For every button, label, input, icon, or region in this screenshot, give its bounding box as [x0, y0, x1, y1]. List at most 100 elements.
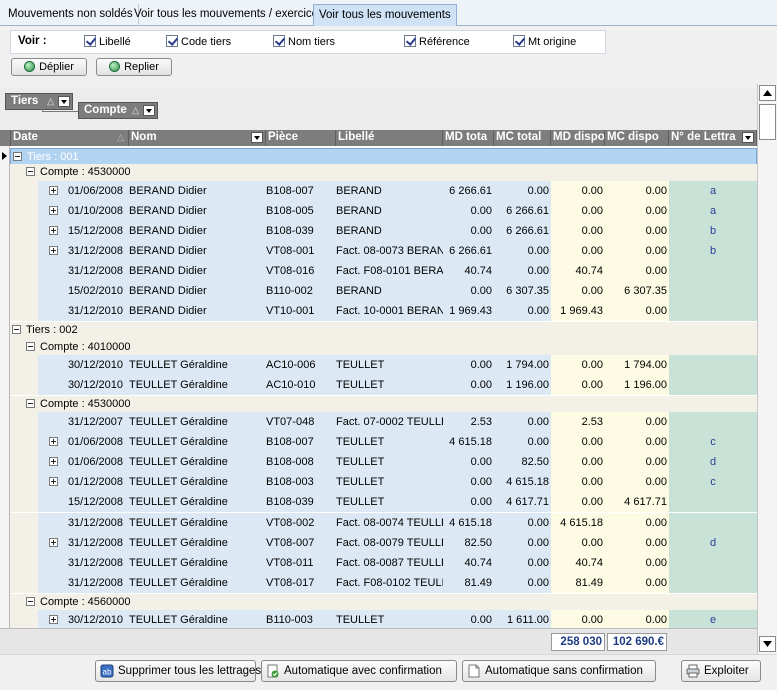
collapse-minus-icon[interactable] [12, 325, 21, 334]
table-row[interactable]: 01/06/2008 BERAND Didier B108-007 BERAND 6 2… [10, 181, 757, 201]
table-row[interactable]: 30/12/2010 TEULLET Géraldine AC10-006 TEULL… [10, 355, 757, 375]
cell-mcd: 1 196.00 [624, 379, 667, 391]
cell-md: 6 266.61 [449, 245, 492, 257]
header-libelle[interactable]: Libellé [336, 130, 443, 146]
table-row[interactable]: 01/06/2008 TEULLET Géraldine B108-008 TEULL… [10, 452, 757, 472]
tab-mouvements-non-soldes[interactable]: Mouvements non soldés [3, 4, 139, 26]
collapse-minus-icon[interactable] [26, 597, 35, 606]
expand-plus-icon[interactable] [49, 226, 58, 235]
cell-let [669, 261, 757, 281]
checkbox-checked-icon[interactable] [273, 35, 285, 47]
table-row[interactable]: 31/12/2008 TEULLET Géraldine VT08-017 Fact.… [10, 573, 757, 593]
group-row[interactable]: Compte : 4530000 [10, 396, 757, 413]
cell-mcd: 0.00 [645, 476, 667, 488]
svg-text:ab: ab [103, 668, 112, 677]
header-mc-dispo[interactable]: MC dispo [605, 130, 669, 146]
collapse-minus-icon[interactable] [26, 399, 35, 408]
checkbox-reference[interactable]: Référence [404, 35, 470, 49]
checkbox-code-tiers[interactable]: Code tiers [166, 35, 231, 49]
cell-date: 15/12/2008 [67, 225, 123, 237]
replier-button[interactable]: Replier [96, 58, 172, 76]
group-row[interactable]: Compte : 4530000 [10, 164, 757, 181]
collapse-minus-icon[interactable] [26, 167, 35, 176]
cell-piece: B108-007 [266, 185, 314, 197]
cell-nom: TEULLET Géraldine [129, 379, 228, 391]
cell-mc: 0.00 [527, 185, 549, 197]
cell-mdd: 4 615.18 [560, 517, 603, 529]
table-row[interactable]: 31/12/2010 BERAND Didier VT10-001 Fact. 10-… [10, 301, 757, 321]
checkbox-checked-icon[interactable] [513, 35, 525, 47]
collapse-minus-icon[interactable] [26, 342, 35, 351]
expand-plus-icon[interactable] [49, 457, 58, 466]
table-row[interactable]: 30/12/2010 TEULLET Géraldine B110-003 TEULL… [10, 610, 757, 628]
group-row[interactable]: Tiers : 001 [10, 148, 757, 165]
vertical-scrollbar[interactable] [757, 84, 777, 654]
header-lettrage[interactable]: N° de Lettra [669, 130, 757, 146]
table-row[interactable]: 30/12/2010 TEULLET Géraldine AC10-010 TEULL… [10, 375, 757, 395]
expand-plus-icon[interactable] [49, 246, 58, 255]
group-row[interactable]: Compte : 4010000 [10, 339, 757, 356]
automatique-sans-confirmation-button[interactable]: Automatique sans confirmation [462, 660, 656, 682]
checkbox-mt-origine[interactable]: Mt origine [513, 35, 576, 49]
cell-mcd: 0.00 [645, 225, 667, 237]
automatique-avec-confirmation-button[interactable]: Automatique avec confirmation [261, 660, 457, 682]
chevron-down-icon[interactable] [58, 96, 70, 107]
header-nom[interactable]: Nom [129, 130, 266, 146]
magnifier-icon [24, 61, 36, 72]
expand-plus-icon[interactable] [49, 206, 58, 215]
expand-plus-icon[interactable] [49, 615, 58, 624]
checkbox-checked-icon[interactable] [404, 35, 416, 47]
header-date[interactable]: Date △ [11, 130, 129, 146]
scroll-thumb[interactable] [759, 104, 776, 140]
table-row[interactable]: 01/06/2008 TEULLET Géraldine B108-007 TEULL… [10, 432, 757, 452]
expand-plus-icon[interactable] [49, 538, 58, 547]
voir-label: Voir : [18, 35, 47, 47]
checkbox-checked-icon[interactable] [84, 35, 96, 47]
checkbox-nom-tiers[interactable]: Nom tiers [273, 35, 335, 49]
table-row[interactable]: 15/12/2008 TEULLET Géraldine B108-039 TEULL… [10, 492, 757, 512]
table-row[interactable]: 31/12/2008 BERAND Didier VT08-016 Fact. F08… [10, 261, 757, 281]
cell-nom: BERAND Didier [129, 245, 207, 257]
tab-mouvements-exercice[interactable]: Voir tous les mouvements / exercice [129, 4, 325, 26]
header-piece[interactable]: Pièce [266, 130, 336, 146]
table-row[interactable]: 01/12/2008 TEULLET Géraldine B108-003 TEULL… [10, 472, 757, 492]
scroll-down-icon[interactable] [759, 636, 776, 652]
chevron-down-icon[interactable] [742, 132, 754, 143]
scroll-up-icon[interactable] [759, 85, 776, 101]
expand-plus-icon[interactable] [49, 477, 58, 486]
cell-piece: VT10-001 [266, 305, 315, 317]
cell-nom: TEULLET Géraldine [129, 577, 228, 589]
collapse-minus-icon[interactable] [13, 152, 22, 161]
exploiter-button[interactable]: Exploiter [681, 660, 761, 682]
cell-nom: TEULLET Géraldine [129, 517, 228, 529]
cell-md: 0.00 [470, 285, 492, 297]
deplier-button[interactable]: Déplier [11, 58, 87, 76]
supprimer-lettrages-button[interactable]: ab Supprimer tous les lettrages [95, 660, 261, 682]
row-selector-column [0, 146, 10, 628]
checkbox-checked-icon[interactable] [166, 35, 178, 47]
header-md-dispo[interactable]: MD dispo [551, 130, 605, 146]
cell-mdd: 0.00 [581, 205, 603, 217]
group-row[interactable]: Compte : 4560000 [10, 594, 757, 611]
table-row[interactable]: 31/12/2008 TEULLET Géraldine VT08-007 Fact.… [10, 533, 757, 553]
table-row[interactable]: 31/12/2008 TEULLET Géraldine VT08-002 Fact.… [10, 513, 757, 533]
table-row[interactable]: 01/10/2008 BERAND Didier B108-005 BERAND 0.0… [10, 201, 757, 221]
cell-mc: 0.00 [527, 245, 549, 257]
group-row[interactable]: Tiers : 002 [10, 322, 757, 339]
header-md-total[interactable]: MD tota [443, 130, 494, 146]
expand-plus-icon[interactable] [49, 186, 58, 195]
table-row[interactable]: 15/12/2008 BERAND Didier B108-039 BERAND 0.0… [10, 221, 757, 241]
header-mc-total[interactable]: MC total [494, 130, 551, 146]
table-row[interactable]: 31/12/2007 TEULLET Géraldine VT07-048 Fact.… [10, 412, 757, 432]
header-corner[interactable] [0, 130, 11, 146]
table-row[interactable]: 31/12/2008 BERAND Didier VT08-001 Fact. 08-… [10, 241, 757, 261]
cell-libelle: Fact. 08-0074 TEULLE [336, 517, 443, 529]
group-chip-compte[interactable]: Compte △ [78, 102, 158, 119]
checkbox-libelle[interactable]: Libellé [84, 35, 131, 49]
table-row[interactable]: 31/12/2008 TEULLET Géraldine VT08-011 Fact.… [10, 553, 757, 573]
chevron-down-icon[interactable] [251, 132, 263, 143]
expand-plus-icon[interactable] [49, 437, 58, 446]
table-row[interactable]: 15/02/2010 BERAND Didier B110-002 BERAND 0.0… [10, 281, 757, 301]
tab-tous-mouvements[interactable]: Voir tous les mouvements [313, 4, 457, 26]
chevron-down-icon[interactable] [143, 105, 155, 116]
